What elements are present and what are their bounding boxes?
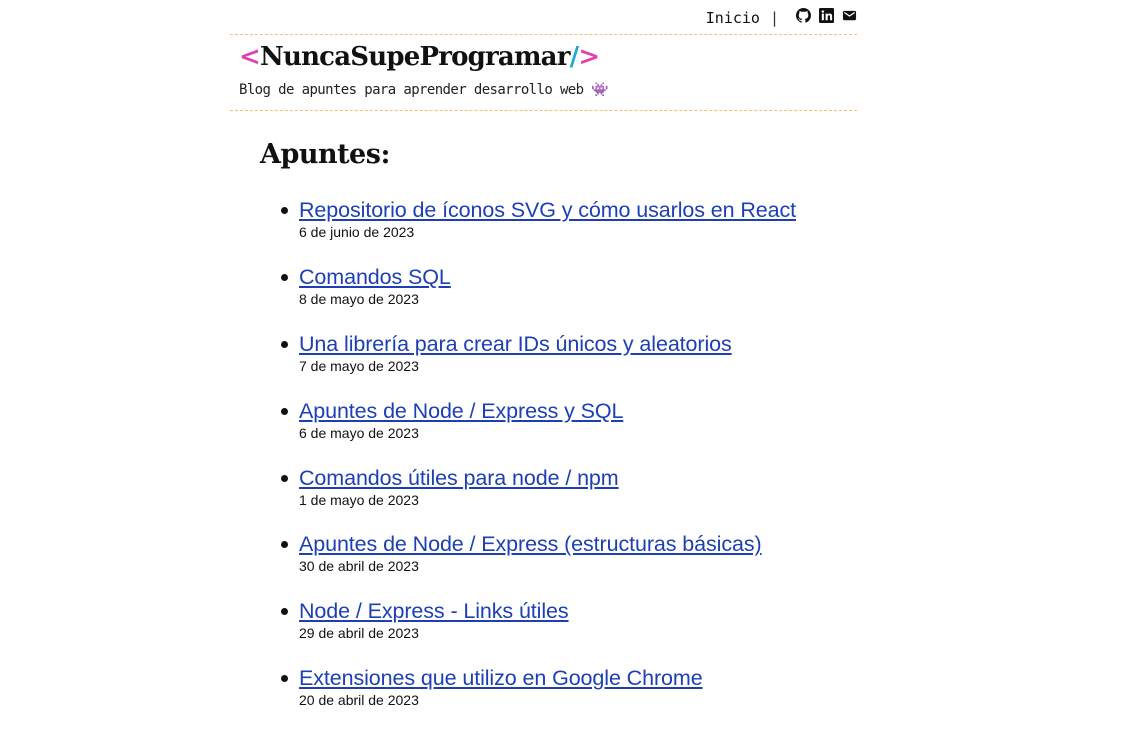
bullet-icon — [281, 407, 288, 415]
list-item: Comandos útiles para node / npm 1 de may… — [281, 465, 859, 532]
logo-open-bracket: < — [239, 42, 261, 72]
list-item: Apuntes de Node / Express y SQL 6 de may… — [281, 398, 859, 465]
nav-separator: | — [769, 8, 779, 27]
nav-home-link[interactable]: Inicio — [706, 9, 760, 27]
bullet-icon — [281, 675, 288, 683]
post-date: 6 de junio de 2023 — [299, 224, 415, 240]
post-date: 20 de abril de 2023 — [299, 692, 419, 709]
top-nav: Inicio | — [230, 0, 857, 34]
post-date: 7 de mayo de 2023 — [299, 357, 419, 374]
github-icon[interactable] — [796, 7, 811, 23]
list-item: Una librería para crear IDs únicos y ale… — [281, 331, 859, 398]
list-item: Node / Express - Links útiles 29 de abri… — [281, 598, 859, 665]
logo-close-bracket: > — [578, 42, 600, 72]
bullet-icon — [281, 207, 288, 214]
post-list: Repositorio de íconos SVG y cómo usarlos… — [281, 197, 859, 732]
post-link[interactable]: Repositorio de íconos SVG y cómo usarlos… — [299, 197, 796, 223]
list-item: Repositorio de íconos SVG y cómo usarlos… — [281, 197, 859, 264]
bullet-icon — [281, 608, 288, 616]
post-link[interactable]: Apuntes de Node / Express (estructuras b… — [299, 531, 762, 557]
bullet-icon — [281, 474, 288, 482]
bullet-icon — [281, 541, 288, 549]
bullet-icon — [281, 273, 288, 281]
page-container: Inicio | <NuncaSupeProgramar/> Blog de a… — [230, 0, 857, 708]
site-logo[interactable]: <NuncaSupeProgramar/> — [239, 42, 600, 72]
post-date: 6 de mayo de 2023 — [299, 424, 419, 441]
section-title: Apuntes: — [260, 139, 390, 170]
post-date: 30 de abril de 2023 — [299, 558, 419, 575]
logo-name: NuncaSupeProgramar — [260, 42, 570, 72]
post-link[interactable]: Una librería para crear IDs únicos y ale… — [299, 331, 732, 357]
post-link[interactable]: Extensiones que utilizo en Google Chrome — [299, 665, 703, 691]
post-date: 1 de mayo de 2023 — [299, 491, 419, 508]
list-item: Extensiones que utilizo en Google Chrome… — [281, 665, 859, 732]
post-link[interactable]: Comandos útiles para node / npm — [299, 465, 619, 491]
mail-icon[interactable] — [842, 8, 857, 23]
bullet-icon — [281, 340, 288, 348]
list-item: Comandos SQL 8 de mayo de 2023 — [281, 264, 859, 331]
list-item: Apuntes de Node / Express (estructuras b… — [281, 531, 859, 598]
site-tagline: Blog de apuntes para aprender desarrollo… — [239, 82, 609, 98]
linkedin-icon[interactable] — [819, 7, 834, 23]
post-date: 8 de mayo de 2023 — [299, 290, 419, 307]
site-header: <NuncaSupeProgramar/> Blog de apuntes pa… — [230, 34, 857, 111]
post-link[interactable]: Apuntes de Node / Express y SQL — [299, 398, 623, 424]
post-link[interactable]: Comandos SQL — [299, 264, 451, 290]
post-link[interactable]: Node / Express - Links útiles — [299, 598, 569, 624]
post-date: 29 de abril de 2023 — [299, 625, 419, 642]
